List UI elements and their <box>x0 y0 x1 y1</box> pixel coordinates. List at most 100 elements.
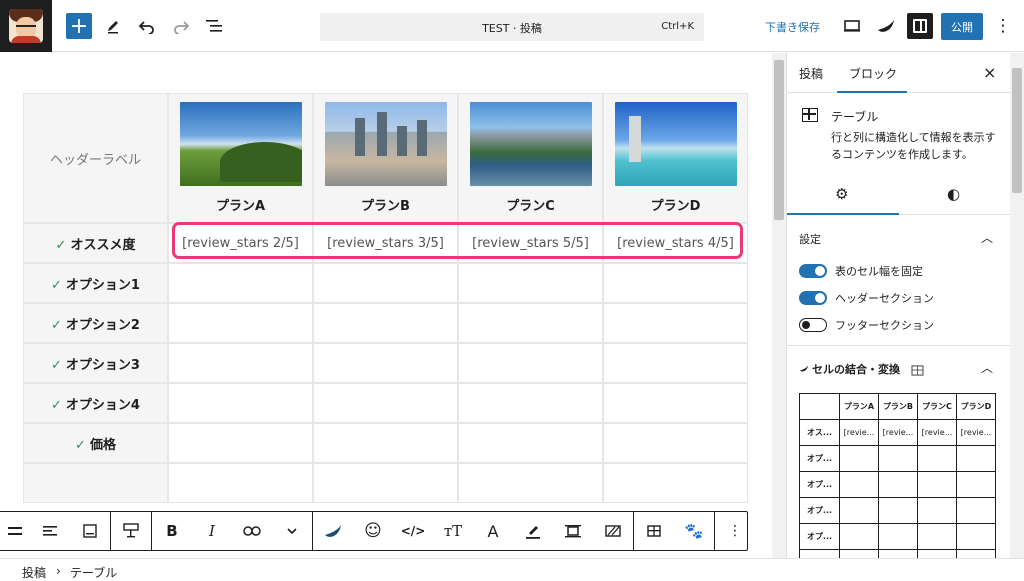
table-cell[interactable] <box>603 303 748 343</box>
undo-icon[interactable] <box>134 13 160 39</box>
table-cell[interactable] <box>603 383 748 423</box>
align-left-icon[interactable] <box>30 512 70 550</box>
table-cell[interactable] <box>839 471 879 498</box>
table-cell[interactable]: オプ... <box>799 497 840 524</box>
row-header-cell[interactable]: ✓ 価格 <box>23 423 168 463</box>
table-cell[interactable] <box>917 549 957 558</box>
table-cell[interactable]: [review_stars 5/5] <box>458 223 603 263</box>
toggle-switch[interactable] <box>799 264 827 278</box>
pencil-icon[interactable] <box>100 13 126 39</box>
table-cell[interactable]: オプ... <box>799 523 840 550</box>
table-cell[interactable] <box>839 445 879 472</box>
table-cell[interactable] <box>313 343 458 383</box>
breadcrumb-root[interactable]: 投稿 <box>22 564 46 581</box>
cell-merge-table[interactable]: プランA プランB プランC プランD オス... [revie... [rev… <box>799 393 996 558</box>
merge-panel-title[interactable]: セルの結合・変換 <box>799 361 900 377</box>
table-cell[interactable]: [review_stars 2/5] <box>168 223 313 263</box>
table-cell[interactable] <box>917 523 957 550</box>
tab-block[interactable]: ブロック <box>849 65 897 82</box>
text-color-icon[interactable]: A <box>473 512 513 550</box>
table-cell[interactable]: [revie... <box>917 419 957 446</box>
row-header-cell[interactable] <box>23 463 168 503</box>
breadcrumb-current[interactable]: テーブル <box>70 564 117 581</box>
command-palette-button[interactable]: TEST · 投稿 Ctrl+K <box>320 13 704 41</box>
table-cell[interactable] <box>956 497 996 524</box>
align-full-icon[interactable] <box>0 512 30 550</box>
table-cell[interactable] <box>168 423 313 463</box>
settings-panel-title[interactable]: 設定 <box>799 231 821 247</box>
toggle-switch[interactable] <box>799 291 827 305</box>
table-cell[interactable]: [revie... <box>878 419 918 446</box>
table-cell[interactable] <box>917 445 957 472</box>
font-size-icon[interactable]: ᴛT <box>433 512 473 550</box>
gear-icon[interactable]: ⚙ <box>835 185 848 203</box>
more-vertical-icon[interactable]: ⋮ <box>990 13 1016 39</box>
table-cell[interactable] <box>168 463 313 503</box>
plan-d-header[interactable]: プランD <box>603 93 748 223</box>
more-vertical-icon[interactable]: ⋮ <box>715 512 755 550</box>
row-header-cell[interactable]: ✓ オススメ度 <box>23 223 168 263</box>
table-cell[interactable] <box>313 463 458 503</box>
chevron-down-icon[interactable] <box>272 512 312 550</box>
close-icon[interactable]: × <box>983 63 996 82</box>
emoji-icon[interactable]: ☺ <box>353 512 393 550</box>
site-icon-button[interactable] <box>0 0 52 52</box>
table-cell[interactable] <box>956 471 996 498</box>
chevron-up-icon[interactable]: ︿ <box>981 359 993 376</box>
table-cell[interactable]: オプ... <box>799 471 840 498</box>
tab-post[interactable]: 投稿 <box>799 65 823 82</box>
table-cell[interactable] <box>878 445 918 472</box>
table-cell[interactable] <box>313 303 458 343</box>
table-cell[interactable] <box>603 463 748 503</box>
table-cell[interactable] <box>458 343 603 383</box>
plan-c-header[interactable]: プランC <box>458 93 603 223</box>
table-cell[interactable]: [review_stars 3/5] <box>313 223 458 263</box>
table-edit-icon[interactable] <box>111 512 151 550</box>
footer-section-toggle[interactable]: フッターセクション <box>799 317 934 333</box>
table-cell[interactable] <box>168 263 313 303</box>
desktop-preview-icon[interactable] <box>839 13 865 39</box>
table-cell[interactable] <box>168 383 313 423</box>
publish-button[interactable]: 公開 <box>941 13 983 40</box>
table-cell[interactable] <box>839 523 879 550</box>
table-cell[interactable] <box>168 303 313 343</box>
row-header-cell[interactable]: ✓ オプション4 <box>23 383 168 423</box>
header-section-toggle[interactable]: ヘッダーセクション <box>799 290 934 306</box>
table-cell[interactable] <box>313 423 458 463</box>
table-cell[interactable] <box>603 343 748 383</box>
table-cell[interactable] <box>313 263 458 303</box>
table-cell[interactable]: プランC <box>917 393 957 420</box>
table-cell[interactable]: オス... <box>799 419 840 446</box>
table-cell[interactable] <box>313 383 458 423</box>
chevron-up-icon[interactable]: ︿ <box>981 229 993 246</box>
table-cell[interactable] <box>799 393 840 420</box>
table-cell[interactable] <box>878 523 918 550</box>
table-cell[interactable] <box>839 549 879 558</box>
paw-icon[interactable]: 🐾 <box>674 512 714 550</box>
table-cell[interactable] <box>458 463 603 503</box>
table-cell[interactable] <box>878 549 918 558</box>
table-cell[interactable] <box>917 497 957 524</box>
table-cell[interactable]: オプ... <box>799 445 840 472</box>
header-label-cell[interactable]: ヘッダーラベル <box>23 93 168 223</box>
table-cell[interactable] <box>878 497 918 524</box>
table-cell[interactable]: [revie... <box>956 419 996 446</box>
table-cell[interactable] <box>603 423 748 463</box>
table-cell[interactable] <box>956 445 996 472</box>
row-header-cell[interactable]: ✓ オプション1 <box>23 263 168 303</box>
table-cell[interactable]: [review_stars 4/5] <box>603 223 748 263</box>
sidebar-toggle-icon[interactable] <box>907 13 933 39</box>
table-cell[interactable] <box>168 343 313 383</box>
toggle-switch[interactable] <box>799 318 827 332</box>
row-header-cell[interactable]: ✓ オプション3 <box>23 343 168 383</box>
table-cell[interactable]: 価格 <box>799 549 840 558</box>
styles-icon[interactable]: ◐ <box>947 185 960 203</box>
table-icon[interactable] <box>634 512 674 550</box>
plan-a-header[interactable]: プランA <box>168 93 313 223</box>
table-cell[interactable] <box>458 263 603 303</box>
table-cell[interactable] <box>956 549 996 558</box>
table-cell[interactable] <box>458 383 603 423</box>
save-draft-button[interactable]: 下書き保存 <box>765 19 820 35</box>
fixed-cell-width-toggle[interactable]: 表のセル幅を固定 <box>799 263 923 279</box>
frame-icon[interactable] <box>553 512 593 550</box>
